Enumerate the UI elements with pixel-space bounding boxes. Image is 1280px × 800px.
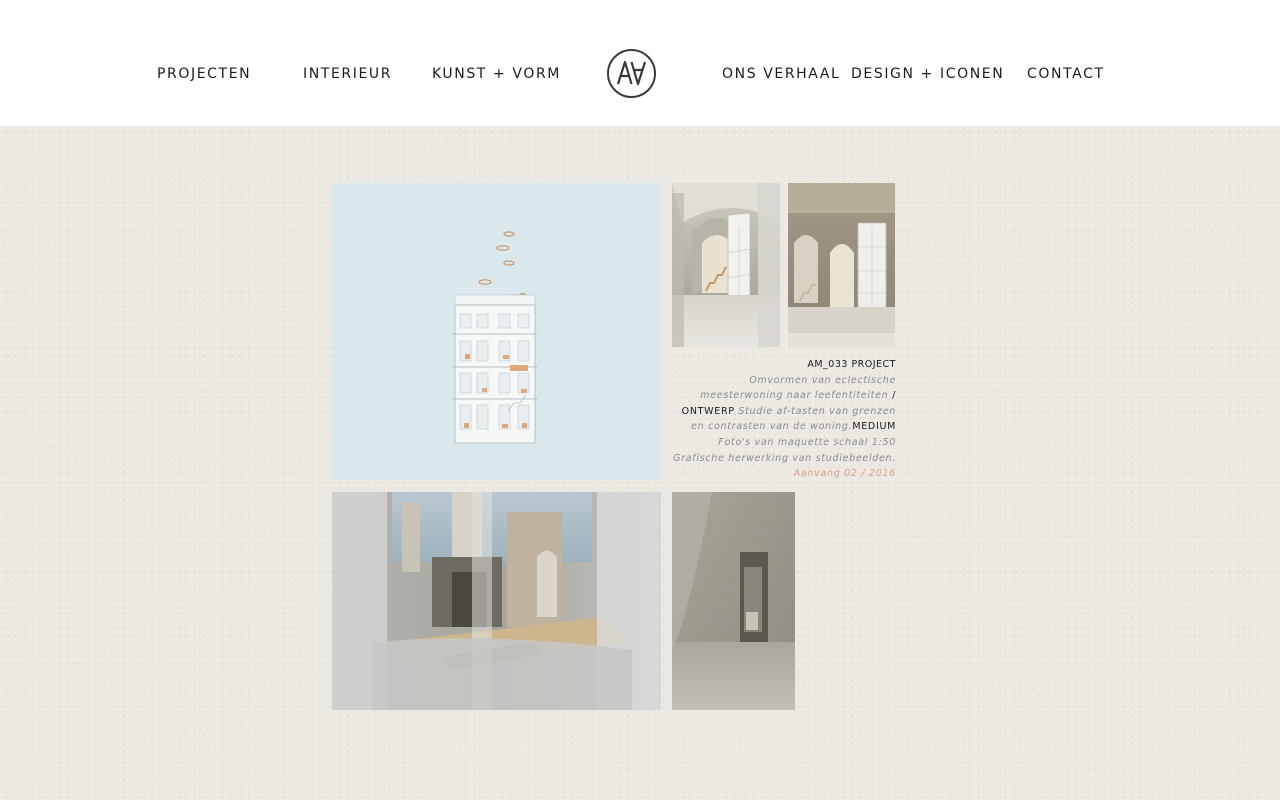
maquette-doorway-image (672, 492, 795, 710)
project-title: AM_033 PROJECT (807, 359, 896, 370)
maquette-photo-doorway[interactable] (672, 492, 795, 710)
nav-projecten[interactable]: PROJECTEN (157, 66, 251, 82)
interior-arch-image (672, 183, 780, 347)
interior-glass-door-image (788, 183, 895, 347)
facade-drawing-image (332, 183, 661, 480)
project-description-3: Foto's van maquette schaal 1:50 Grafisch… (673, 436, 896, 464)
project-label-medium: MEDIUM (852, 421, 896, 433)
project-date: Aanvang 02 / 2016 (793, 468, 896, 480)
facade-illustration[interactable] (332, 183, 661, 480)
interior-photo-glass-door[interactable] (788, 183, 895, 347)
maquette-wide-image (332, 492, 661, 710)
interior-photo-arch-door[interactable] (672, 183, 780, 347)
nav-contact[interactable]: CONTACT (1027, 66, 1105, 82)
site-header: PROJECTEN INTERIEUR KUNST + VORM ONS VER… (0, 0, 1280, 126)
nav-kunst-vorm[interactable]: KUNST + VORM (432, 66, 561, 82)
project-description-1: Omvormen van eclectische meesterwoning n… (700, 374, 896, 402)
logo[interactable] (606, 48, 657, 99)
project-caption: AM_033 PROJECT Omvormen van eclectische … (672, 357, 896, 482)
nav-interieur[interactable]: INTERIEUR (303, 66, 392, 82)
aa-logo-icon (607, 49, 656, 98)
nav-ons-verhaal[interactable]: ONS VERHAAL (722, 66, 840, 82)
nav-design-iconen[interactable]: DESIGN + ICONEN (851, 66, 1004, 82)
maquette-photo-wide[interactable] (332, 492, 661, 710)
